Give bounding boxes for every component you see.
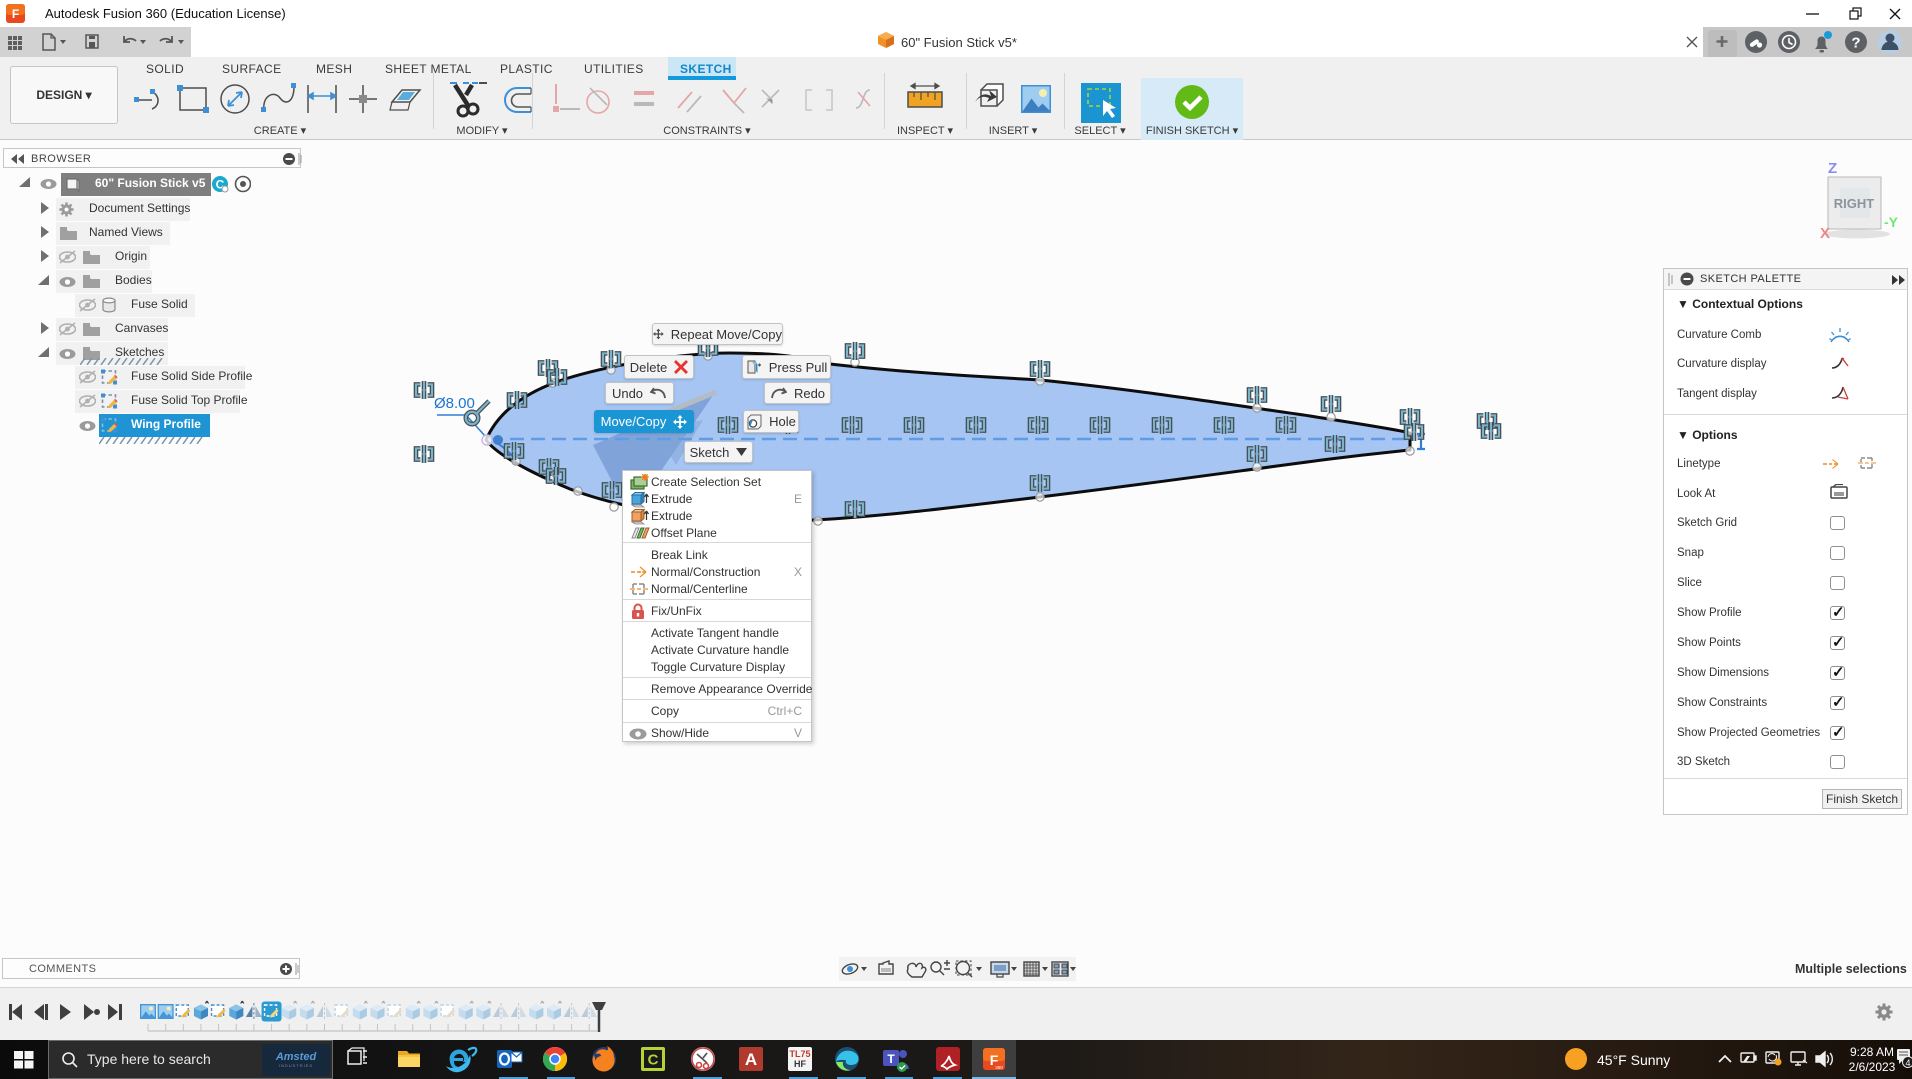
svg-text:Z: Z xyxy=(1828,160,1837,177)
svg-text:F: F xyxy=(12,7,19,21)
svg-text:-Y: -Y xyxy=(1884,214,1899,230)
svg-text:X: X xyxy=(1820,225,1830,242)
svg-text:Ø8.00: Ø8.00 xyxy=(434,395,475,412)
svg-text:?: ? xyxy=(1851,35,1860,52)
svg-text:RIGHT: RIGHT xyxy=(1834,196,1875,211)
